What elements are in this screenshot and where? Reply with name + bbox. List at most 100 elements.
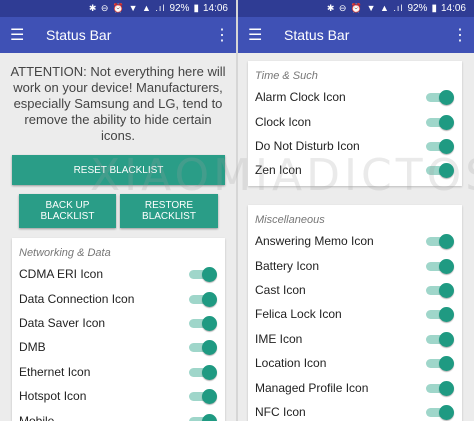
- toggle-thumb: [439, 234, 454, 250]
- toggle-thumb: [202, 315, 217, 331]
- toggle-switch[interactable]: [424, 162, 454, 179]
- toggle-row[interactable]: Answering Memo Icon: [248, 229, 462, 253]
- toggle-switch[interactable]: [187, 388, 217, 405]
- toggle-row[interactable]: Cast Icon: [248, 278, 462, 302]
- toggle-switch[interactable]: [424, 380, 454, 396]
- battery-icon: ▮: [193, 3, 199, 14]
- toggle-row[interactable]: DMB: [12, 335, 225, 359]
- toggle-row[interactable]: Managed Profile Icon: [248, 375, 462, 399]
- toggle-row[interactable]: Clock Icon: [248, 109, 462, 133]
- toggle-label: Zen Icon: [255, 163, 302, 178]
- toggle-thumb: [202, 364, 217, 380]
- toggle-thumb: [439, 380, 454, 396]
- toggle-thumb: [439, 90, 454, 106]
- toggle-row[interactable]: Data Connection Icon: [12, 286, 225, 310]
- toggle-switch[interactable]: [424, 89, 454, 106]
- toggle-thumb: [439, 404, 454, 420]
- app-bar: ☰ Status Bar ⋮: [0, 17, 236, 53]
- toggle-row[interactable]: Do Not Disturb Icon: [248, 134, 462, 158]
- toggle-switch[interactable]: [187, 364, 217, 380]
- toggle-label: DMB: [19, 340, 46, 355]
- toggle-list: Alarm Clock Icon Clock Icon Do Not Disturb…: [248, 85, 462, 183]
- toggle-row[interactable]: Mobile: [12, 408, 225, 421]
- overflow-menu-icon[interactable]: ⋮: [452, 25, 468, 45]
- toggle-thumb: [202, 389, 217, 405]
- app-title: Status Bar: [46, 27, 112, 43]
- toggle-label: Data Connection Icon: [19, 291, 135, 306]
- toggle-thumb: [439, 307, 454, 323]
- toggle-switch[interactable]: [424, 233, 454, 250]
- section-header: Networking & Data: [19, 247, 111, 259]
- toggle-label: Alarm Clock Icon: [255, 90, 346, 105]
- section-header: Miscellaneous: [255, 214, 325, 226]
- toggle-thumb: [439, 331, 454, 347]
- toggle-label: Managed Profile Icon: [255, 380, 369, 395]
- toggle-row[interactable]: Hotspot Icon: [12, 384, 225, 408]
- toggle-row[interactable]: Alarm Clock Icon: [248, 85, 462, 109]
- toggle-row[interactable]: Data Saver Icon: [12, 311, 225, 335]
- toggle-label: Battery Icon: [255, 258, 320, 273]
- screenshot: ✱ ⊖ ⏰ ▼ ▲ .ıl 92% ▮ 14:06 ☰ Status Bar ⋮…: [0, 0, 474, 421]
- clock: 14:06: [202, 3, 228, 14]
- toggle-thumb: [439, 163, 454, 179]
- toggle-switch[interactable]: [424, 138, 454, 154]
- status-bar: ✱ ⊖ ⏰ ▼ ▲ .ıl 92% ▮ 14:06: [0, 0, 236, 17]
- status-icons: ✱ ⊖ ⏰ ▼ ▲ .ıl: [88, 3, 166, 13]
- time-card: Time & Such Alarm Clock Icon Clock Icon Do…: [248, 61, 462, 186]
- toggle-thumb: [439, 282, 454, 298]
- toggle-label: Felica Lock Icon: [255, 307, 342, 322]
- toggle-thumb: [202, 340, 217, 356]
- toggle-row[interactable]: Felica Lock Icon: [248, 302, 462, 326]
- attention-notice: ATTENTION: Not everything here will work…: [10, 64, 226, 143]
- left-screen: ✱ ⊖ ⏰ ▼ ▲ .ıl 92% ▮ 14:06 ☰ Status Bar ⋮…: [0, 0, 236, 421]
- toggle-thumb: [202, 413, 217, 421]
- hamburger-menu-icon[interactable]: ☰: [248, 25, 276, 45]
- toggle-row[interactable]: Location Icon: [248, 351, 462, 375]
- restore-blacklist-button[interactable]: RESTORE BLACKLIST: [120, 194, 218, 228]
- toggle-switch[interactable]: [424, 282, 454, 298]
- networking-card: Networking & Data CDMA ERI Icon Data Conn…: [12, 238, 225, 421]
- clock: 14:06: [440, 3, 466, 14]
- toggle-switch[interactable]: [187, 413, 217, 421]
- status-icons: ✱ ⊖ ⏰ ▼ ▲ .ıl: [326, 3, 404, 13]
- toggle-row[interactable]: Zen Icon: [248, 158, 462, 182]
- toggle-switch[interactable]: [424, 331, 454, 347]
- toggle-label: Ethernet Icon: [19, 364, 91, 379]
- toggle-label: Data Saver Icon: [19, 315, 106, 330]
- toggle-list: CDMA ERI Icon Data Connection Icon Data Sa…: [12, 262, 225, 421]
- toggle-thumb: [439, 138, 454, 154]
- toggle-label: Answering Memo Icon: [255, 234, 374, 249]
- toggle-switch[interactable]: [187, 266, 217, 283]
- toggle-list: Answering Memo Icon Battery Icon Cast Icon…: [248, 229, 462, 421]
- misc-card: Miscellaneous Answering Memo Icon Battery…: [248, 205, 462, 421]
- toggle-row[interactable]: IME Icon: [248, 327, 462, 351]
- toggle-switch[interactable]: [424, 355, 454, 372]
- overflow-menu-icon[interactable]: ⋮: [214, 25, 230, 45]
- toggle-switch[interactable]: [187, 291, 217, 307]
- hamburger-menu-icon[interactable]: ☰: [10, 25, 38, 45]
- status-bar: ✱ ⊖ ⏰ ▼ ▲ .ıl 92% ▮ 14:06: [238, 0, 474, 17]
- backup-blacklist-button[interactable]: BACK UP BLACKLIST: [19, 194, 116, 228]
- toggle-row[interactable]: Battery Icon: [248, 253, 462, 277]
- battery-icon: ▮: [431, 3, 437, 14]
- toggle-switch[interactable]: [424, 258, 454, 274]
- toggle-thumb: [439, 356, 454, 372]
- toggle-row[interactable]: Ethernet Icon: [12, 360, 225, 384]
- toggle-label: CDMA ERI Icon: [19, 267, 104, 282]
- toggle-switch[interactable]: [424, 114, 454, 130]
- reset-blacklist-button[interactable]: RESET BLACKLIST: [12, 155, 225, 185]
- toggle-label: IME Icon: [255, 331, 303, 346]
- toggle-switch[interactable]: [424, 404, 454, 420]
- battery-level: 92%: [169, 3, 190, 14]
- app-bar: ☰ Status Bar ⋮: [238, 17, 474, 53]
- toggle-row[interactable]: NFC Icon: [248, 400, 462, 421]
- toggle-label: NFC Icon: [255, 404, 306, 419]
- toggle-thumb: [439, 258, 454, 274]
- toggle-switch[interactable]: [187, 339, 217, 356]
- right-screen: ✱ ⊖ ⏰ ▼ ▲ .ıl 92% ▮ 14:06 ☰ Status Bar ⋮…: [238, 0, 474, 421]
- toggle-switch[interactable]: [424, 306, 454, 323]
- toggle-label: Cast Icon: [255, 282, 306, 297]
- battery-level: 92%: [407, 3, 428, 14]
- toggle-switch[interactable]: [187, 315, 217, 331]
- toggle-row[interactable]: CDMA ERI Icon: [12, 262, 225, 286]
